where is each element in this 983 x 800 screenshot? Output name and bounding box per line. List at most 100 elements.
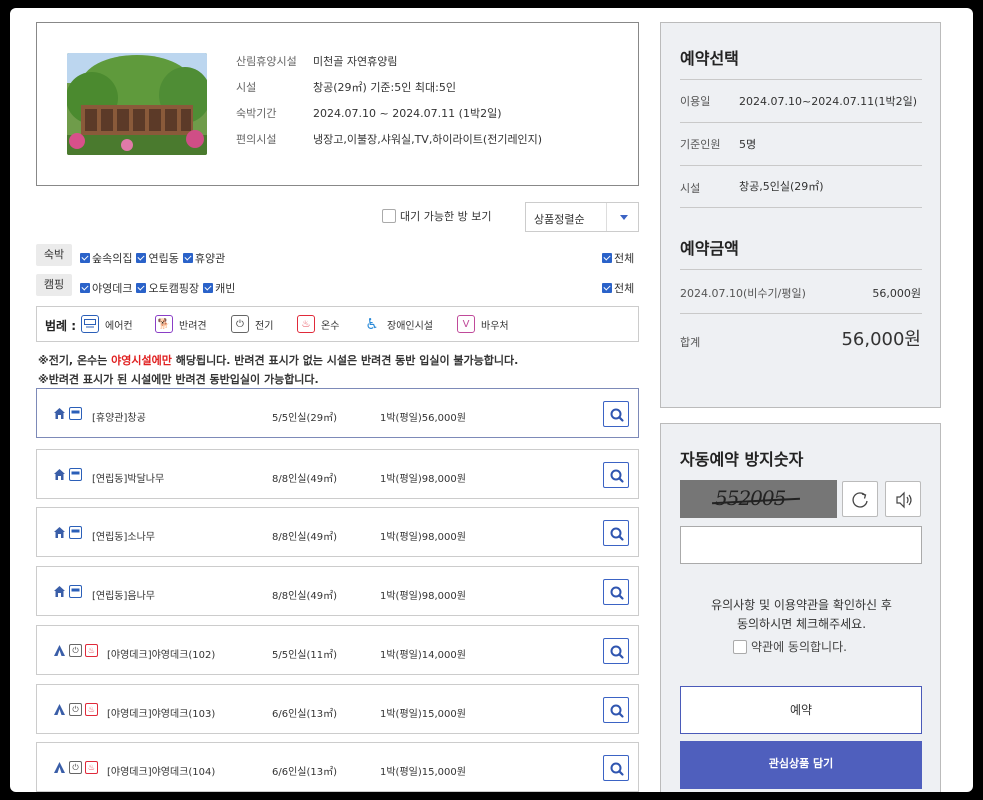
available-only-checkbox[interactable] [382,209,396,223]
aircon-icon [81,315,99,333]
filter-auto-camping[interactable]: 오토캠핑장 [136,280,199,296]
terms-agree-checkbox[interactable]: 약관에 동의합니다. [733,638,847,655]
checkbox-checked-icon[interactable] [80,283,90,293]
room-row[interactable]: ⏻ ♨ [야영데크]야영데크(104) 6/6인실(13㎡) 1박(평일)15,000원 [36,742,639,792]
pet-icon: 🐕 [155,315,173,333]
room-name: [연립동]음나무 [92,591,156,602]
room-name: [야영데크]야영데크(104) [107,767,216,778]
add-to-wishlist-button[interactable]: 관심상품 담기 [680,741,922,789]
room-detail-button[interactable] [603,401,629,427]
filter-row-house[interactable]: 연립동 [136,250,179,266]
house-icon [53,526,66,539]
terms-checkbox-box[interactable] [733,639,747,654]
room-price: 1박(평일)15,000원 [380,767,466,778]
facility-room-row: 시설 창공(29㎡) 기준:5인 최대:5인 [37,79,638,95]
speaker-icon[interactable] [886,482,922,518]
reserve-button[interactable]: 예약 [680,686,922,734]
amenity-label: 편의시설 [236,133,277,146]
room-price: 1박(평일)98,000원 [380,591,466,602]
refresh-icon[interactable] [843,482,879,518]
filter-camping-all[interactable]: 전체 [602,280,634,296]
filter-deck[interactable]: 야영데크 [80,280,132,296]
hot-water-icon: ♨ [85,703,98,716]
search-icon[interactable] [604,698,630,724]
checkbox-checked-icon[interactable] [602,283,612,293]
facility-label: 산림휴양시설 [236,55,297,68]
filter-cabin[interactable]: 캐빈 [203,280,235,296]
captcha-refresh-button[interactable] [842,481,878,517]
captcha-title: 자동예약 방지숫자 [680,450,804,469]
room-feature-icons: ⏻ ♨ [53,703,98,716]
legend-voucher: V 바우처 [457,315,509,333]
price-title: 예약금액 [680,239,739,258]
facility-name-row: 산림휴양시설 미천골 자연휴양림 [37,53,638,69]
room-detail-button[interactable] [603,520,629,546]
accessible-icon: ♿ [365,315,379,333]
house-icon [53,585,66,598]
room-label: 시설 [236,81,257,94]
room-capacity: 6/6인실(13㎡) [272,767,338,778]
room-row[interactable]: ⏻ ♨ [야영데크]야영데크(103) 6/6인실(13㎡) 1박(평일)15,000원 [36,684,639,734]
checkbox-checked-icon[interactable] [136,283,147,293]
room-row[interactable]: ⏻ ♨ [야영데크]야영데크(102) 5/5인실(11㎡) 1박(평일)14,000원 [36,625,639,675]
room-capacity: 8/8인실(49㎡) [272,474,338,485]
filter-forest-house[interactable]: 숲속의집 [80,250,132,266]
legend-label: 바우처 [481,320,509,332]
checkbox-checked-icon[interactable] [602,253,612,263]
sort-select[interactable]: 상품정렬순 [525,202,639,232]
search-icon[interactable] [604,580,630,606]
stay-value: 2024.07.10 ~ 2024.07.11 (1박2일) [313,107,502,120]
room-row[interactable]: [휴양관]창공 5/5인실(29㎡) 1박(평일)56,000원 [36,388,639,438]
captcha-input[interactable] [680,526,922,564]
search-icon[interactable] [604,756,630,782]
room-feature-icons: ⏻ ♨ [53,761,98,774]
legend-label: 전기 [255,320,274,332]
filter-lodging-all[interactable]: 전체 [602,250,634,266]
divider [680,165,922,166]
checkbox-checked-icon[interactable] [80,253,90,263]
room-detail-button[interactable] [603,462,629,488]
electric-icon: ⏻ [69,644,82,657]
notice-text: ※전기, 온수는 [38,354,112,367]
room-row[interactable]: [연립동]박달나무 8/8인실(49㎡) 1박(평일)98,000원 [36,449,639,499]
room-detail-button[interactable] [603,697,629,723]
facility-stay-row: 숙박기간 2024.07.10 ~ 2024.07.11 (1박2일) [37,105,638,121]
divider [680,207,922,208]
checkbox-checked-icon[interactable] [182,253,193,263]
room-detail-button[interactable] [603,638,629,664]
filter-label: 연립동 [148,252,179,265]
room-name: [연립동]박달나무 [92,474,165,485]
filter-lodge[interactable]: 휴양관 [182,250,225,266]
search-icon[interactable] [604,521,630,547]
house-icon [53,407,66,420]
agree-notice-line-1: 유의사항 및 이용약관을 확인하신 후 [711,598,892,612]
captcha-audio-button[interactable] [885,481,921,517]
available-only-toggle[interactable]: 대기 가능한 방 보기 [382,208,491,224]
aircon-icon [69,585,82,598]
room-row[interactable]: [연립동]소나무 8/8인실(49㎡) 1박(평일)98,000원 [36,507,639,557]
search-icon[interactable] [604,463,630,489]
total-label: 합계 [680,336,701,349]
checkbox-checked-icon[interactable] [203,283,214,293]
chevron-down-icon[interactable] [606,203,640,231]
facility-value: 미천골 자연휴양림 [313,55,398,68]
divider [680,79,922,80]
room-detail-button[interactable] [603,755,629,781]
room-feature-icons [53,468,82,481]
checkbox-checked-icon[interactable] [136,253,147,263]
price-line-value: 56,000원 [872,287,921,300]
room-row[interactable]: [연립동]음나무 8/8인실(49㎡) 1박(평일)98,000원 [36,566,639,616]
room-name: [휴양관]창공 [92,413,146,424]
room-detail-button[interactable] [603,579,629,605]
aircon-icon [69,526,82,539]
filter-label: 오토캠핑장 [148,282,200,295]
house-icon [53,468,66,481]
hot-water-icon: ♨ [85,761,98,774]
search-icon[interactable] [604,402,630,428]
lodging-filter-group: 숲속의집 연립동 휴양관 [80,250,225,266]
room-price: 1박(평일)15,000원 [380,709,466,720]
reservation-panel: 예약선택 이용일 2024.07.10~2024.07.11(1박2일) 기준인… [660,22,941,408]
legend-label: 온수 [321,320,340,332]
facility-amenity-row: 편의시설 냉장고,이불장,샤워실,TV,하이라이트(전기레인지) [37,131,638,147]
search-icon[interactable] [604,639,630,665]
